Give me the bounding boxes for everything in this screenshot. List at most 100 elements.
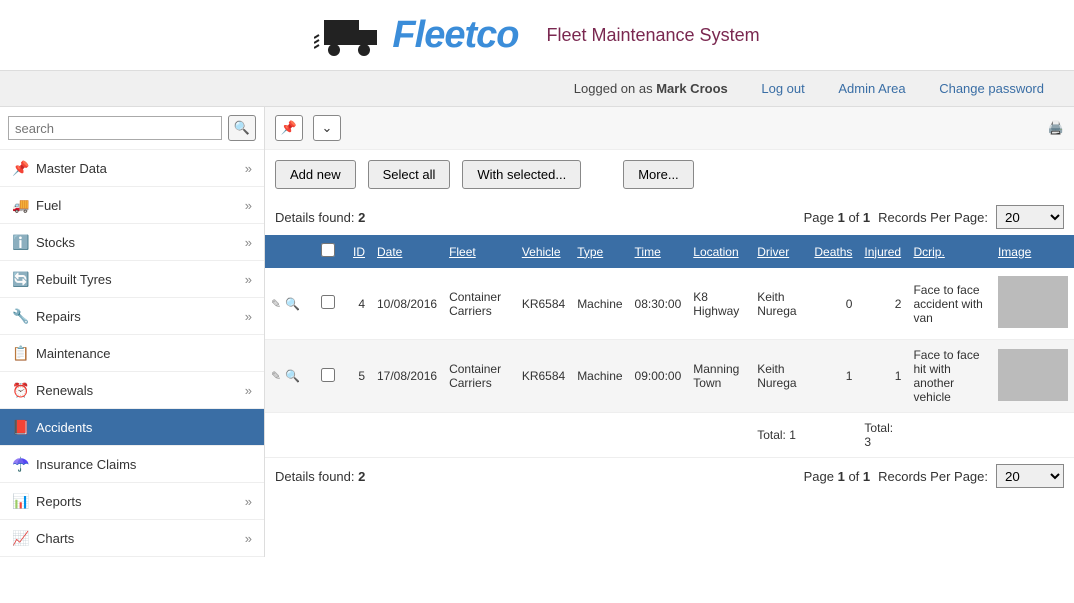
nav-icon: ℹ️ xyxy=(12,234,28,250)
sidebar-item-label: Rebuilt Tyres xyxy=(36,272,112,287)
more-button[interactable]: More... xyxy=(623,160,693,189)
sidebar-item-rebuilt-tyres[interactable]: 🔄Rebuilt Tyres» xyxy=(0,261,264,298)
sidebar-item-label: Insurance Claims xyxy=(36,457,136,472)
search-button[interactable]: 🔍 xyxy=(228,115,256,141)
expand-arrow-icon: » xyxy=(245,198,252,213)
cell-fleet: Container Carriers xyxy=(443,340,516,413)
cell-id: 4 xyxy=(341,268,371,340)
expand-arrow-icon: » xyxy=(245,494,252,509)
cell-location: K8 Highway xyxy=(687,268,751,340)
sidebar-item-stocks[interactable]: ℹ️ Stocks » xyxy=(0,224,264,261)
cell-image[interactable] xyxy=(992,340,1074,413)
cell-driver: Keith Nurega xyxy=(751,340,808,413)
cell-injured: 1 xyxy=(858,340,907,413)
col-fleet[interactable]: Fleet xyxy=(443,235,516,268)
table-row: ✎🔍 4 10/08/2016 Container Carriers KR658… xyxy=(265,268,1074,340)
add-new-button[interactable]: Add new xyxy=(275,160,356,189)
cell-descrip: Face to face accident with van xyxy=(907,268,992,340)
truck-logo-icon xyxy=(314,10,384,60)
pin-button[interactable]: 📌 xyxy=(275,115,303,141)
row-checkbox[interactable] xyxy=(321,368,335,382)
row-checkbox[interactable] xyxy=(321,295,335,309)
thumbnail-image xyxy=(998,276,1068,328)
search-input[interactable] xyxy=(8,116,222,140)
injured-total-label: Total: 3 xyxy=(858,413,907,458)
col-location[interactable]: Location xyxy=(687,235,751,268)
col-driver[interactable]: Driver xyxy=(751,235,808,268)
search-icon: 🔍 xyxy=(234,120,250,136)
cell-deaths: 1 xyxy=(808,340,858,413)
logo-subtitle: Fleet Maintenance System xyxy=(546,25,759,46)
nav-icon: 🔄 xyxy=(12,271,28,287)
expand-arrow-icon: » xyxy=(245,161,252,176)
content: 📌 ⌄ 🖨️ Add new Select all With selected.… xyxy=(265,107,1074,557)
details-found-label: Details found: xyxy=(275,210,355,225)
sidebar-item-accidents[interactable]: 📕Accidents xyxy=(0,409,264,446)
sidebar-item-master-data[interactable]: 📌Master Data» xyxy=(0,150,264,187)
sidebar-item-reports[interactable]: 📊 Reports » xyxy=(0,483,264,520)
accidents-table: ID Date Fleet Vehicle Type Time Location… xyxy=(265,235,1074,458)
admin-area-link[interactable]: Admin Area xyxy=(838,81,905,96)
change-password-link[interactable]: Change password xyxy=(939,81,1044,96)
logged-on-label: Logged on as xyxy=(574,81,653,96)
sidebar-item-fuel[interactable]: 🚚 Fuel » xyxy=(0,187,264,224)
cell-date: 17/08/2016 xyxy=(371,340,443,413)
col-date[interactable]: Date xyxy=(371,235,443,268)
sidebar-item-maintenance[interactable]: 📋Maintenance xyxy=(0,335,264,372)
expand-arrow-icon: » xyxy=(245,235,252,250)
nav-icon: 🚚 xyxy=(12,197,28,213)
sidebar-item-label: Master Data xyxy=(36,161,107,176)
sidebar-item-charts[interactable]: 📈Charts» xyxy=(0,520,264,557)
sidebar-item-label: Accidents xyxy=(36,420,92,435)
col-image[interactable]: Image xyxy=(992,235,1074,268)
cell-time: 09:00:00 xyxy=(629,340,688,413)
dropdown-button[interactable]: ⌄ xyxy=(313,115,341,141)
sidebar-item-label: Fuel xyxy=(36,198,61,213)
cell-fleet: Container Carriers xyxy=(443,268,516,340)
col-deaths[interactable]: Deaths xyxy=(808,235,858,268)
rpp-label: Records Per Page: xyxy=(878,210,988,225)
sidebar-item-renewals[interactable]: ⏰ Renewals » xyxy=(0,372,264,409)
nav-icon: 📈 xyxy=(12,530,28,546)
view-icon[interactable]: 🔍 xyxy=(285,297,300,311)
expand-arrow-icon: » xyxy=(245,383,252,398)
logout-link[interactable]: Log out xyxy=(761,81,804,96)
print-button[interactable]: 🖨️ xyxy=(1048,120,1064,136)
sidebar-item-repairs[interactable]: 🔧 Repairs » xyxy=(0,298,264,335)
col-time[interactable]: Time xyxy=(629,235,688,268)
cell-descrip: Face to face hit with another vehicle xyxy=(907,340,992,413)
nav-icon: 🔧 xyxy=(12,308,28,324)
sidebar-item-label: Maintenance xyxy=(36,346,110,361)
expand-arrow-icon: » xyxy=(245,309,252,324)
pin-icon: 📌 xyxy=(281,120,297,136)
deaths-total-label: Total: 1 xyxy=(751,413,808,458)
sidebar-item-label: Reports xyxy=(36,494,82,509)
cell-image[interactable] xyxy=(992,268,1074,340)
edit-icon[interactable]: ✎ xyxy=(271,369,281,383)
cell-id: 5 xyxy=(341,340,371,413)
rpp-select-bottom[interactable]: 20 xyxy=(996,464,1064,488)
sidebar-item-label: Stocks xyxy=(36,235,75,250)
cell-time: 08:30:00 xyxy=(629,268,688,340)
thumbnail-image xyxy=(998,349,1068,401)
cell-location: Manning Town xyxy=(687,340,751,413)
col-descrip[interactable]: Dcrip. xyxy=(907,235,992,268)
sidebar-item-label: Repairs xyxy=(36,309,81,324)
col-id[interactable]: ID xyxy=(341,235,371,268)
current-user: Mark Croos xyxy=(656,81,728,96)
sidebar-item-insurance-claims[interactable]: ☂️Insurance Claims xyxy=(0,446,264,483)
rpp-select[interactable]: 20 xyxy=(996,205,1064,229)
col-type[interactable]: Type xyxy=(571,235,628,268)
nav-icon: 📊 xyxy=(12,493,28,509)
view-icon[interactable]: 🔍 xyxy=(285,369,300,383)
edit-icon[interactable]: ✎ xyxy=(271,297,281,311)
with-selected-button[interactable]: With selected... xyxy=(462,160,581,189)
sidebar-item-label: Renewals xyxy=(36,383,93,398)
sidebar-item-label: Charts xyxy=(36,531,74,546)
col-vehicle[interactable]: Vehicle xyxy=(516,235,571,268)
topbar: Logged on as Mark Croos Log out Admin Ar… xyxy=(0,71,1074,106)
select-all-checkbox[interactable] xyxy=(321,243,335,257)
select-all-button[interactable]: Select all xyxy=(368,160,451,189)
col-injured[interactable]: Injured xyxy=(858,235,907,268)
nav-icon: ⏰ xyxy=(12,382,28,398)
